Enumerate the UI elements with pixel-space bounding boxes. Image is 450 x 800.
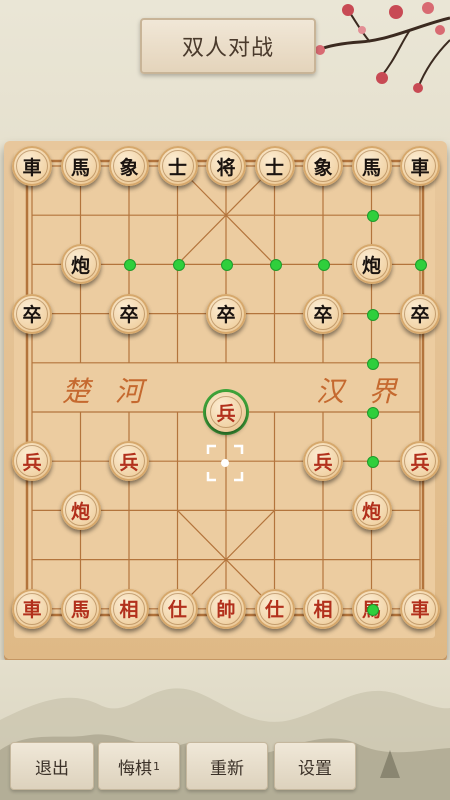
river-label-left: 楚 河 xyxy=(62,375,151,408)
black-piece[interactable]: 卒 xyxy=(12,293,52,334)
black-piece[interactable]: 将 xyxy=(206,146,246,186)
black-piece[interactable]: 馬 xyxy=(60,146,101,186)
settings-button[interactable]: 设置 xyxy=(274,742,356,790)
undo-button[interactable]: 悔棋 1 xyxy=(98,742,180,790)
black-piece[interactable]: 象 xyxy=(303,146,343,186)
exit-button-label: 退出 xyxy=(35,758,69,779)
settings-button-label: 设置 xyxy=(298,758,332,779)
black-piece[interactable]: 卒 xyxy=(303,293,343,334)
red-piece[interactable]: 相 xyxy=(303,588,343,629)
red-piece[interactable]: 車 xyxy=(12,588,52,629)
undo-count-badge: 1 xyxy=(153,759,160,773)
target-cursor-icon xyxy=(206,444,244,482)
red-piece[interactable]: 車 xyxy=(400,588,440,629)
red-piece[interactable]: 仕 xyxy=(254,588,295,629)
black-piece[interactable]: 士 xyxy=(254,146,295,186)
restart-button[interactable]: 重新 xyxy=(186,742,268,790)
red-piece[interactable]: 兵 xyxy=(206,392,246,432)
red-piece[interactable]: 兵 xyxy=(12,441,52,482)
move-hint-dot[interactable] xyxy=(366,407,379,419)
red-piece[interactable]: 兵 xyxy=(109,441,149,482)
undo-button-label: 悔棋 xyxy=(118,758,152,779)
black-piece[interactable]: 炮 xyxy=(351,244,392,285)
black-piece[interactable]: 車 xyxy=(12,146,52,186)
move-hint-dot[interactable] xyxy=(366,210,379,223)
red-piece[interactable]: 帥 xyxy=(206,588,246,629)
red-piece[interactable]: 馬 xyxy=(60,588,101,629)
black-piece[interactable]: 車 xyxy=(400,146,440,186)
black-piece[interactable]: 卒 xyxy=(206,293,246,334)
black-piece[interactable]: 象 xyxy=(109,146,149,186)
red-piece[interactable]: 炮 xyxy=(351,490,392,531)
red-piece[interactable]: 兵 xyxy=(400,441,440,482)
move-hint-dot[interactable] xyxy=(269,259,282,272)
black-piece[interactable]: 卒 xyxy=(109,293,149,334)
restart-button-label: 重新 xyxy=(210,758,244,779)
exit-button[interactable]: 退出 xyxy=(10,742,94,790)
red-piece[interactable]: 炮 xyxy=(60,490,101,531)
bottom-toolbar: 退出 悔棋 1 重新 设置 xyxy=(0,742,450,790)
move-hint-dot[interactable] xyxy=(366,308,379,321)
black-piece[interactable]: 炮 xyxy=(60,244,101,285)
move-hint-dot[interactable] xyxy=(366,357,379,370)
move-hint-dot[interactable] xyxy=(172,259,185,272)
black-piece[interactable]: 士 xyxy=(157,146,198,186)
red-piece[interactable]: 相 xyxy=(109,588,149,629)
red-piece[interactable]: 兵 xyxy=(303,441,343,482)
river-label-right: 汉 界 xyxy=(316,375,405,408)
black-piece[interactable]: 卒 xyxy=(400,293,440,334)
red-piece[interactable]: 仕 xyxy=(157,588,198,629)
move-hint-dot[interactable] xyxy=(366,456,379,469)
move-hint-dot[interactable] xyxy=(366,603,379,616)
black-piece[interactable]: 馬 xyxy=(351,146,392,186)
